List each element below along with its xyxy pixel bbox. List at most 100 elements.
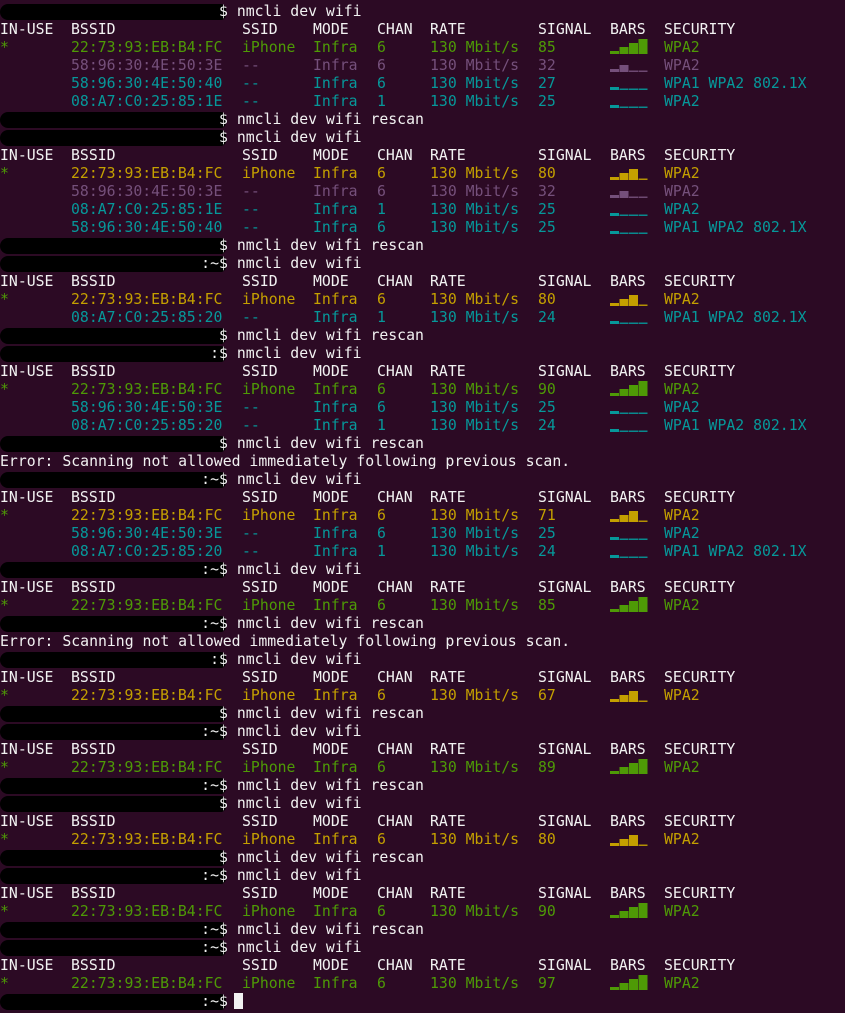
bssid-cell: 22:73:93:EB:B4:FC — [71, 39, 223, 56]
table-row: * 22:73:93:EB:B4:FC iPhone Infra 6 130 Mbit/s… — [0, 291, 845, 309]
command-text: nmcli dev wifi rescan — [227, 849, 424, 866]
signal-bar-empty — [638, 430, 648, 432]
command-line: :~$ nmcli dev wifi — [0, 471, 845, 489]
header-signal: SIGNAL — [538, 957, 592, 974]
terminal-output[interactable]: $ nmcli dev wifi IN-USE BSSID SSID MODE CHAN R… — [0, 3, 845, 1013]
signal-bar-filled — [619, 389, 629, 396]
signal-cell: 85 — [538, 39, 556, 56]
header-signal: SIGNAL — [538, 885, 592, 902]
mode-cell: Infra — [313, 903, 358, 920]
table-row: * 22:73:93:EB:B4:FC iPhone Infra 6 130 Mbit/s… — [0, 39, 845, 57]
rate-cell: 130 Mbit/s — [430, 507, 520, 524]
bssid-cell: 58:96:30:4E:50:40 — [71, 75, 223, 92]
chan-cell: 6 — [377, 831, 386, 848]
bssid-cell: 08:A7:C0:25:85:1E — [71, 201, 223, 218]
prompt-text: $ nmcli dev wifi — [201, 129, 362, 147]
header-security: SECURITY — [664, 813, 736, 830]
table-row: * 22:73:93:EB:B4:FC iPhone Infra 6 130 Mbit/s… — [0, 759, 845, 777]
signal-bar-filled — [619, 767, 629, 774]
mode-cell: Infra — [313, 201, 358, 218]
signal-bars-icon — [610, 511, 648, 522]
chan-cell: 6 — [377, 183, 386, 200]
prompt-text: :~$ nmcli dev wifi — [201, 255, 362, 273]
bssid-cell: 22:73:93:EB:B4:FC — [71, 903, 223, 920]
bssid-cell: 08:A7:C0:25:85:20 — [71, 417, 223, 434]
command-line: $ nmcli dev wifi rescan — [0, 237, 845, 255]
rate-cell: 130 Mbit/s — [430, 975, 520, 992]
prompt-path: :~ — [201, 723, 219, 740]
error-text: Error: Scanning not allowed immediately … — [0, 453, 571, 470]
signal-bar-filled — [619, 191, 629, 198]
security-cell: WPA2 — [664, 975, 700, 992]
prompt-text: :~$ nmcli dev wifi — [201, 867, 361, 885]
command-text: nmcli dev wifi — [227, 561, 362, 578]
rate-cell: 130 Mbit/s — [430, 57, 520, 74]
prompt-text: :~$ — [201, 993, 243, 1011]
security-cell: WPA2 — [664, 93, 700, 110]
bssid-cell: 22:73:93:EB:B4:FC — [71, 291, 223, 308]
header-ssid: SSID — [242, 147, 278, 164]
signal-bar-empty — [619, 214, 629, 216]
header-bssid: BSSID — [71, 21, 116, 38]
signal-bar-empty — [629, 232, 638, 234]
header-security: SECURITY — [664, 957, 736, 974]
signal-bars-icon — [610, 555, 648, 558]
security-cell: WPA2 — [664, 525, 700, 542]
signal-bar-filled — [610, 987, 619, 990]
rate-cell: 130 Mbit/s — [430, 597, 520, 614]
prompt-path: : — [210, 345, 219, 362]
signal-bar-filled — [629, 763, 638, 774]
signal-bars-icon — [610, 759, 648, 774]
chan-cell: 6 — [377, 291, 386, 308]
mode-cell: Infra — [313, 543, 358, 560]
bars-cell — [610, 219, 648, 234]
signal-bar-filled — [638, 381, 648, 396]
header-bssid: BSSID — [71, 885, 116, 902]
signal-bar-filled — [610, 537, 619, 540]
security-cell: WPA1 WPA2 802.1X — [664, 543, 807, 560]
header-in-use: IN-USE — [0, 885, 54, 902]
prompt-symbol: $ — [219, 615, 228, 632]
signal-bar-filled — [619, 839, 629, 846]
command-line: $ nmcli dev wifi — [0, 795, 845, 813]
signal-cell: 32 — [538, 57, 556, 74]
prompt-path: :~ — [201, 867, 219, 884]
signal-cell: 24 — [538, 417, 556, 434]
signal-bar-filled — [619, 605, 629, 612]
table-header: IN-USE BSSID SSID MODE CHAN RATE SIGNAL BARS SEC… — [0, 489, 845, 507]
signal-bar-filled — [638, 39, 648, 54]
header-in-use: IN-USE — [0, 957, 54, 974]
header-bars: BARS — [610, 579, 646, 596]
ssid-cell: iPhone — [242, 39, 296, 56]
signal-bars-icon — [610, 381, 648, 396]
signal-bar-filled — [619, 47, 629, 54]
text-cursor[interactable] — [233, 993, 243, 1009]
prompt-path: :~ — [201, 921, 219, 938]
bssid-cell: 22:73:93:EB:B4:FC — [71, 381, 223, 398]
header-in-use: IN-USE — [0, 579, 54, 596]
command-text: nmcli dev wifi — [227, 723, 362, 740]
header-in-use: IN-USE — [0, 147, 54, 164]
table-header: IN-USE BSSID SSID MODE CHAN RATE SIGNAL BARS SEC… — [0, 273, 845, 291]
header-ssid: SSID — [242, 885, 278, 902]
header-signal: SIGNAL — [538, 669, 592, 686]
signal-cell: 85 — [538, 597, 556, 614]
command-line: $ nmcli dev wifi rescan — [0, 327, 845, 345]
prompt-symbol: $ — [219, 237, 228, 254]
prompt-path: :~ — [201, 993, 219, 1010]
header-ssid: SSID — [242, 273, 278, 290]
signal-cell: 80 — [538, 831, 556, 848]
table-row: 58:96:30:4E:50:40 -- Infra 6 130 Mbit/s 27 WPA… — [0, 75, 845, 93]
table-row: * 22:73:93:EB:B4:FC iPhone Infra 6 130 Mbit/s… — [0, 507, 845, 525]
chan-cell: 6 — [377, 507, 386, 524]
mode-cell: Infra — [313, 831, 358, 848]
signal-bar-empty — [629, 538, 638, 540]
rate-cell: 130 Mbit/s — [430, 165, 520, 182]
table-header: IN-USE BSSID SSID MODE CHAN RATE SIGNAL BARS SEC… — [0, 579, 845, 597]
command-text: nmcli dev wifi — [227, 255, 362, 272]
header-bssid: BSSID — [71, 147, 116, 164]
ssid-cell: -- — [242, 201, 260, 218]
table-row: * 22:73:93:EB:B4:FC iPhone Infra 6 130 Mbit/s… — [0, 597, 845, 615]
table-row: 58:96:30:4E:50:3E -- Infra 6 130 Mbit/s 32 WPA… — [0, 183, 845, 201]
mode-cell: Infra — [313, 759, 358, 776]
